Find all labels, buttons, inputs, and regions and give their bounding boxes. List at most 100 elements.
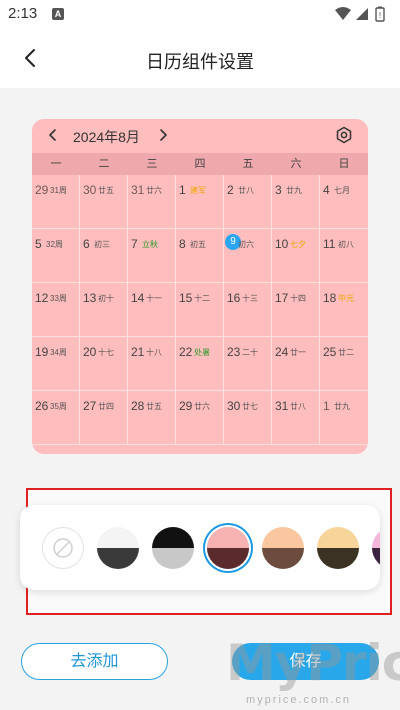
day-number: 12 [35, 291, 49, 305]
day-number: 4 [323, 183, 330, 197]
swatch-top-color [317, 527, 359, 548]
calendar-header: 2024年8月 [32, 119, 368, 151]
calendar-day-cell[interactable]: 16 十三 [224, 283, 272, 337]
calendar-day-cell[interactable]: 22 处暑 [176, 337, 224, 391]
day-number: 13 [83, 291, 97, 305]
day-sublabel: 廿八 [238, 186, 254, 195]
calendar-day-cell[interactable]: 6 初三 [80, 229, 128, 283]
day-sublabel: 廿四 [98, 402, 114, 411]
weekday-row: 一 二 三 四 五 六 日 [32, 153, 368, 175]
calendar-day-cell[interactable]: 4 七月 [320, 175, 368, 229]
weekday-label: 六 [290, 158, 302, 170]
calendar-day-cell[interactable]: 13 初十 [80, 283, 128, 337]
day-number: 1 [179, 183, 186, 197]
theme-swatch-black-gray[interactable] [152, 527, 194, 569]
calendar-grid: 29 31周 30 廿五 31 廿六 1 建军 2 廿八 3 廿九 4 七月 5 32周 6 初三 7 立秋 8 初五 9 初… [32, 175, 368, 454]
day-sublabel: 十一 [146, 294, 162, 303]
calendar-day-cell[interactable]: 26 35周 [32, 391, 80, 445]
theme-color-picker [20, 505, 380, 590]
theme-swatch-pink-maroon[interactable] [207, 527, 249, 569]
day-number: 22 [179, 345, 193, 359]
day-sublabel: 廿九 [334, 402, 350, 411]
add-widget-button[interactable]: 去添加 [21, 643, 168, 680]
day-sublabel: 廿七 [242, 402, 258, 411]
calendar-day-cell[interactable]: 14 十一 [128, 283, 176, 337]
weekday-label: 三 [146, 158, 158, 170]
calendar-day-cell[interactable]: 31 廿六 [128, 175, 176, 229]
calendar-day-cell[interactable]: 30 廿七 [224, 391, 272, 445]
calendar-day-cell[interactable]: 23 二十 [224, 337, 272, 391]
theme-swatch-white-dark[interactable] [97, 527, 139, 569]
calendar-day-cell[interactable]: 30 廿五 [80, 175, 128, 229]
month-label: 2024年8月 [73, 129, 140, 145]
day-number: 26 [35, 399, 49, 413]
signal-icon [356, 8, 368, 20]
day-number: 10 [275, 237, 289, 251]
day-number: 24 [275, 345, 289, 359]
theme-swatch-sand-dark[interactable] [317, 527, 359, 569]
calendar-day-cell[interactable]: 20 十七 [80, 337, 128, 391]
day-sublabel: 七月 [334, 186, 350, 195]
calendar-day-cell[interactable]: 17 十四 [272, 283, 320, 337]
day-sublabel: 廿八 [290, 402, 306, 411]
calendar-day-cell[interactable]: 29 31周 [32, 175, 80, 229]
no-theme-swatch[interactable] [42, 527, 84, 569]
swatch-bottom-color [207, 548, 249, 569]
day-number: 25 [323, 345, 337, 359]
svg-text:!: ! [379, 11, 381, 20]
calendar-day-cell[interactable]: 1 廿九 [320, 391, 368, 445]
battery-icon: ! [375, 6, 385, 22]
calendar-day-cell[interactable]: 9 初六 [224, 229, 272, 283]
calendar-day-cell[interactable]: 5 32周 [32, 229, 80, 283]
day-sublabel: 二十 [242, 348, 258, 357]
calendar-day-cell[interactable]: 28 廿五 [128, 391, 176, 445]
prev-month-button[interactable] [46, 127, 60, 143]
status-time: 2:13 [8, 5, 38, 22]
theme-swatch-peach-brown[interactable] [262, 527, 304, 569]
day-sublabel: 31周 [50, 186, 67, 195]
calendar-day-cell[interactable]: 21 十八 [128, 337, 176, 391]
status-icons: ! [334, 6, 390, 22]
theme-swatch-pink-purple[interactable] [372, 527, 380, 569]
swatch-top-color [262, 527, 304, 548]
swatch-bottom-color [317, 548, 359, 569]
chevron-right-icon [160, 129, 167, 141]
day-number: 29 [35, 183, 49, 197]
day-sublabel: 32周 [46, 240, 63, 249]
day-sublabel: 廿二 [338, 348, 354, 357]
calendar-day-cell[interactable]: 7 立秋 [128, 229, 176, 283]
calendar-day-cell[interactable]: 15 十二 [176, 283, 224, 337]
no-color-icon [53, 538, 73, 558]
day-sublabel: 廿六 [146, 186, 162, 195]
day-sublabel: 34周 [50, 348, 67, 357]
calendar-day-cell[interactable]: 31 廿八 [272, 391, 320, 445]
weekday-label: 四 [194, 158, 206, 170]
day-sublabel: 中元 [338, 294, 354, 303]
day-number: 17 [275, 291, 289, 305]
day-number: 27 [83, 399, 97, 413]
save-button[interactable]: 保存 [232, 643, 379, 680]
calendar-day-cell[interactable]: 29 廿六 [176, 391, 224, 445]
calendar-day-cell[interactable]: 12 33周 [32, 283, 80, 337]
calendar-settings-button[interactable] [335, 126, 353, 144]
calendar-day-cell[interactable]: 1 建军 [176, 175, 224, 229]
next-month-button[interactable] [156, 127, 170, 143]
weekday-label: 二 [98, 158, 110, 170]
calendar-day-cell[interactable]: 2 廿八 [224, 175, 272, 229]
calendar-day-cell[interactable]: 24 廿一 [272, 337, 320, 391]
day-sublabel: 十二 [194, 294, 210, 303]
calendar-day-cell[interactable]: 3 廿九 [272, 175, 320, 229]
day-sublabel: 初八 [338, 240, 354, 249]
calendar-day-cell[interactable]: 10 七夕 [272, 229, 320, 283]
day-number: 20 [83, 345, 97, 359]
calendar-day-cell[interactable]: 11 初八 [320, 229, 368, 283]
calendar-day-cell[interactable]: 19 34周 [32, 337, 80, 391]
calendar-day-cell[interactable]: 8 初五 [176, 229, 224, 283]
day-number: 18 [323, 291, 337, 305]
day-sublabel: 处暑 [194, 348, 210, 357]
day-sublabel: 初六 [238, 240, 254, 249]
calendar-day-cell[interactable]: 27 廿四 [80, 391, 128, 445]
calendar-day-cell[interactable]: 25 廿二 [320, 337, 368, 391]
weekday-label: 一 [50, 158, 62, 170]
calendar-day-cell[interactable]: 18 中元 [320, 283, 368, 337]
